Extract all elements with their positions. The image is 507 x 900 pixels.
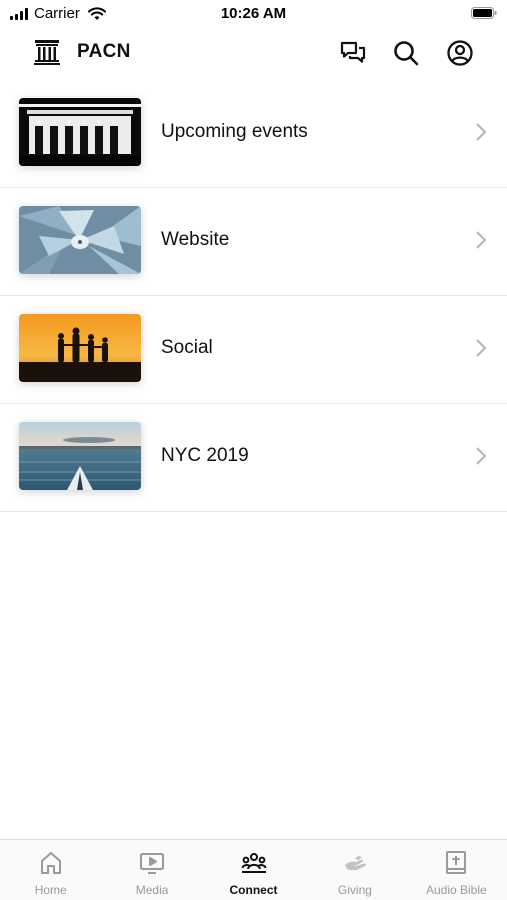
tab-label: Home xyxy=(34,883,67,897)
upcoming-events-thumbnail xyxy=(19,98,141,166)
app-header: PACN xyxy=(0,28,507,80)
search-button[interactable] xyxy=(391,38,421,68)
list-item-label: Website xyxy=(161,229,230,250)
chevron-right-icon xyxy=(476,123,487,141)
tab-connect[interactable]: Connect xyxy=(203,840,304,900)
user-circle-icon xyxy=(447,40,473,66)
list-item-social[interactable]: Social xyxy=(0,296,507,404)
tab-bar: Home Media Connect Giving Audio Bible xyxy=(0,839,507,900)
chevron-right-icon xyxy=(476,447,487,465)
bible-icon xyxy=(446,851,467,874)
list-item-label: NYC 2019 xyxy=(161,445,249,466)
tab-home[interactable]: Home xyxy=(0,840,101,900)
profile-button[interactable] xyxy=(445,38,475,68)
nyc-2019-thumbnail xyxy=(19,422,141,490)
tab-audio-bible[interactable]: Audio Bible xyxy=(406,840,507,900)
messages-button[interactable] xyxy=(338,38,368,68)
tab-label: Giving xyxy=(337,883,372,897)
tab-label: Connect xyxy=(229,883,278,897)
list-item-nyc-2019[interactable]: NYC 2019 xyxy=(0,404,507,512)
app-title: PACN xyxy=(77,41,131,62)
list-item-website[interactable]: Website xyxy=(0,188,507,296)
list-item-upcoming-events[interactable]: Upcoming events xyxy=(0,80,507,188)
list-item-label: Upcoming events xyxy=(161,121,308,142)
social-thumbnail xyxy=(19,314,141,382)
church-logo-icon xyxy=(34,40,60,65)
home-icon xyxy=(40,852,61,874)
status-time: 10:26 AM xyxy=(220,5,287,22)
tab-label: Media xyxy=(135,883,169,897)
giving-icon xyxy=(344,856,366,871)
chevron-right-icon xyxy=(476,339,487,357)
list-item-label: Social xyxy=(161,337,213,358)
battery-icon xyxy=(471,7,497,19)
search-icon xyxy=(394,41,419,66)
connect-icon xyxy=(241,853,267,873)
tab-label: Audio Bible xyxy=(425,883,487,897)
media-icon xyxy=(140,853,165,874)
chevron-right-icon xyxy=(476,231,487,249)
status-bar: Carrier 10:26 AM xyxy=(0,0,507,28)
chat-icon xyxy=(340,41,366,63)
website-thumbnail xyxy=(19,206,141,274)
tab-media[interactable]: Media xyxy=(101,840,202,900)
connect-list: Upcoming events Website Social NYC 2019 xyxy=(0,80,507,512)
tab-giving[interactable]: Giving xyxy=(304,840,405,900)
